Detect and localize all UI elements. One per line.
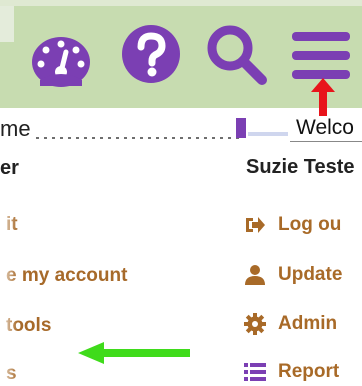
welcome-left-fragment: me bbox=[0, 116, 31, 141]
hamburger-menu-icon[interactable] bbox=[290, 30, 352, 82]
list-icon bbox=[244, 363, 266, 381]
user-name-left: er bbox=[0, 157, 19, 179]
menu-item-label: Admin bbox=[278, 313, 338, 334]
welcome-divider bbox=[290, 141, 362, 142]
left-fade-overlay bbox=[0, 178, 18, 381]
logout-icon bbox=[246, 217, 265, 233]
user-icon bbox=[245, 265, 265, 285]
green-arrow-annotation bbox=[78, 342, 190, 364]
menu-item-update-account[interactable]: Update bbox=[244, 261, 342, 289]
menu-item-label: Update bbox=[278, 264, 343, 285]
menu-item-label: Log ou bbox=[278, 214, 342, 235]
search-icon[interactable] bbox=[204, 22, 270, 88]
red-arrow-annotation bbox=[311, 78, 335, 116]
left-menu-update-account[interactable]: e my account bbox=[6, 265, 127, 287]
help-icon[interactable] bbox=[121, 24, 181, 84]
menu-item-reports[interactable]: Report bbox=[244, 358, 339, 386]
header-top-strip bbox=[0, 0, 362, 6]
dashboard-icon[interactable] bbox=[30, 28, 92, 90]
header-left-fragment bbox=[0, 6, 14, 42]
menu-item-label: Report bbox=[278, 361, 340, 382]
menu-item-admin-tools[interactable]: Admin bbox=[244, 310, 337, 338]
welcome-text: Welco bbox=[296, 116, 354, 139]
menu-item-logout[interactable]: Log ou bbox=[244, 211, 341, 239]
user-name-right: Suzie Teste bbox=[246, 156, 355, 178]
gear-icon bbox=[244, 313, 266, 335]
